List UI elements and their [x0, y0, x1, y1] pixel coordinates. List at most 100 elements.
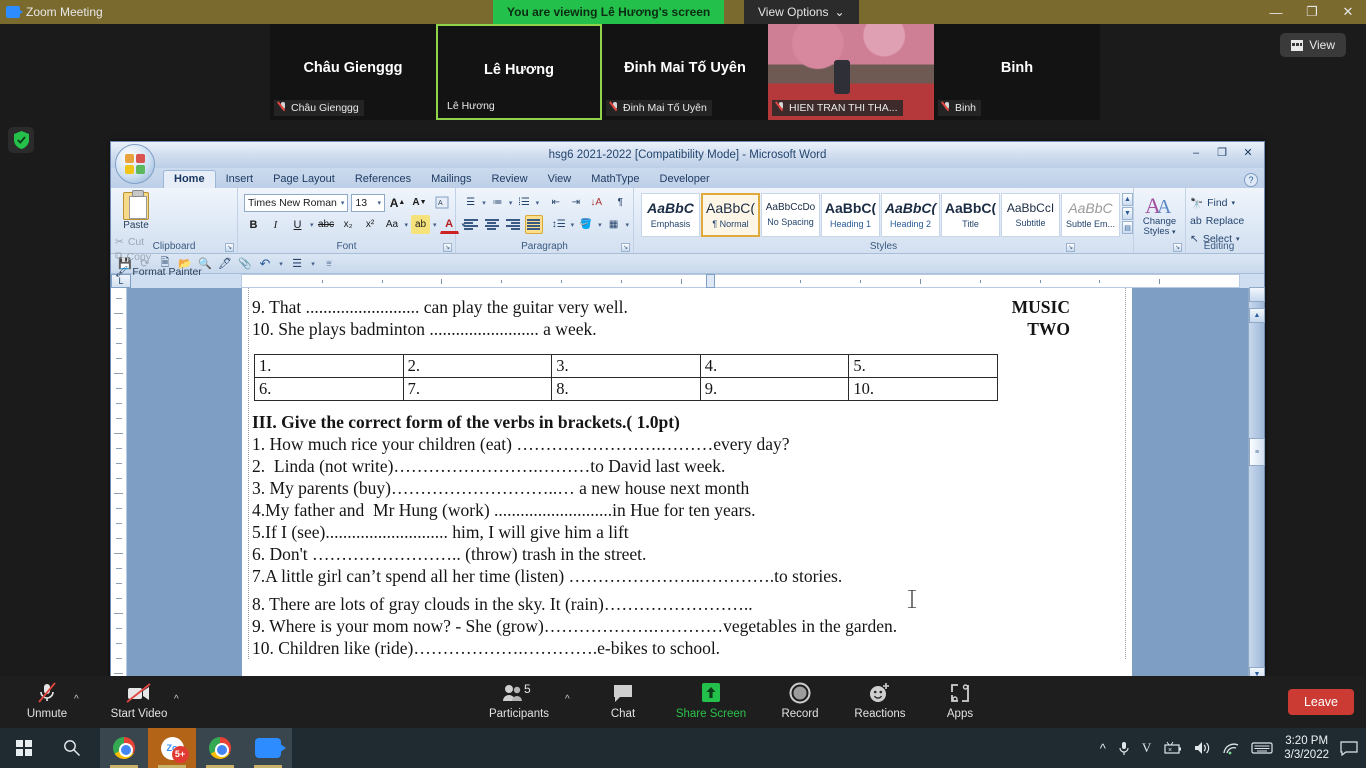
help-icon[interactable]: ? [1244, 173, 1258, 187]
format-painter-button[interactable]: 🖌 Format Painter [115, 264, 202, 279]
decrease-indent-button[interactable]: ⇤ [547, 193, 564, 212]
horizontal-ruler[interactable] [241, 274, 1240, 288]
restore-button[interactable]: ❐ [1294, 0, 1330, 24]
underline-button[interactable]: U [288, 215, 307, 234]
shading-button[interactable]: 🪣 [577, 215, 595, 234]
participant-thumbnail-video[interactable]: HIEN TRAN THI THA... [768, 24, 934, 120]
bullets-chevron-icon[interactable]: ▾ [309, 256, 317, 272]
view-options-button[interactable]: View Options ⌄ [744, 0, 859, 24]
style-heading-2[interactable]: AaBbC( Heading 2 [881, 193, 940, 237]
attach-icon[interactable]: 📎 [237, 256, 253, 272]
word-restore-button[interactable]: ❐ [1210, 144, 1234, 161]
participant-thumbnail-active[interactable]: Lê Hương Lê Hương [436, 24, 602, 120]
table-cell[interactable]: 6. [254, 377, 404, 401]
show-hidden-icons-button[interactable]: ^ [1100, 741, 1106, 756]
taskbar-app-chrome-1[interactable] [100, 728, 148, 768]
start-button[interactable] [0, 728, 48, 768]
paragraph-dialog-launcher[interactable]: ↘ [621, 243, 630, 252]
tab-references[interactable]: References [345, 171, 421, 188]
chevron-down-icon[interactable]: ▾ [509, 199, 513, 207]
justify-button[interactable] [524, 215, 543, 234]
strikethrough-button[interactable]: abc [317, 215, 336, 234]
word-page[interactable]: 9. That .......................... can p… [242, 288, 1132, 686]
share-screen-button[interactable]: Share Screen [672, 681, 750, 720]
numbered-list-button[interactable]: ≔ [489, 193, 506, 212]
taskbar-app-zoom-client[interactable] [244, 728, 292, 768]
align-left-button[interactable] [462, 215, 480, 234]
table-cell[interactable]: 5. [848, 354, 998, 378]
table-cell[interactable]: 9. [699, 377, 850, 401]
record-button[interactable]: Record [761, 681, 839, 720]
participants-button[interactable]: 5 Participants [480, 681, 558, 720]
text-highlight-button[interactable]: ab [411, 215, 431, 234]
styles-scroll-down-button[interactable]: ▼ [1122, 207, 1133, 220]
apps-button[interactable]: Apps [921, 681, 999, 720]
table-row[interactable]: 6. 7. 8. 9. 10. [254, 377, 998, 401]
tab-developer[interactable]: Developer [650, 171, 720, 188]
shrink-font-button[interactable]: A ▼ [410, 193, 429, 212]
chevron-down-icon[interactable]: ▾ [536, 199, 540, 207]
search-button[interactable] [48, 728, 96, 768]
style-no-spacing[interactable]: AaBbCcDo No Spacing [761, 193, 820, 237]
chevron-down-icon[interactable]: ▾ [625, 221, 629, 229]
participant-thumbnail[interactable]: Binh Binh [934, 24, 1100, 120]
taskbar-app-chrome-2[interactable] [196, 728, 244, 768]
keyboard-icon[interactable] [1251, 741, 1273, 755]
scrollbar-thumb[interactable]: ≡ [1249, 438, 1265, 466]
tab-mathtype[interactable]: MathType [581, 171, 649, 188]
bulleted-list-button[interactable]: ☰ [462, 193, 479, 212]
show-formatting-marks-button[interactable]: ¶ [612, 193, 629, 212]
minimize-button[interactable]: — [1258, 0, 1294, 24]
participant-thumbnail[interactable]: Châu Gienggg Châu Gienggg [270, 24, 436, 120]
style-subtle-emphasis[interactable]: AaBbC Subtle Em... [1061, 193, 1120, 237]
document-content[interactable]: 9. That .......................... can p… [242, 288, 1132, 659]
video-options-caret-icon[interactable]: ^ [174, 694, 179, 705]
multilevel-list-button[interactable]: ⁞☰ [515, 193, 532, 212]
font-name-combo[interactable]: Times New Roman ▾ [244, 193, 349, 212]
battery-icon[interactable]: × [1162, 741, 1182, 755]
chevron-down-icon[interactable]: ▾ [571, 221, 575, 229]
change-styles-dialog-launcher[interactable]: ↘ [1173, 243, 1182, 252]
tab-home[interactable]: Home [163, 170, 216, 188]
tab-review[interactable]: Review [481, 171, 537, 188]
bullets-qat-icon[interactable]: ☰ [289, 256, 305, 272]
reactions-button[interactable]: Reactions [841, 681, 919, 720]
security-shield-badge[interactable] [8, 127, 34, 153]
style-heading-1[interactable]: AaBbC( Heading 1 [821, 193, 880, 237]
view-layout-button[interactable]: View [1280, 33, 1346, 57]
line-spacing-button[interactable]: ↕☰ [550, 215, 568, 234]
align-center-button[interactable] [483, 215, 501, 234]
vertical-scrollbar[interactable]: ▲ ≡ ▼ ✣ [1248, 287, 1265, 698]
tab-insert[interactable]: Insert [216, 171, 264, 188]
audio-options-caret-icon[interactable]: ^ [74, 694, 79, 705]
chat-button[interactable]: Chat [584, 681, 662, 720]
word-minimize-button[interactable]: – [1184, 144, 1208, 161]
bold-button[interactable]: B [244, 215, 263, 234]
highlight-chevron-icon[interactable]: ▾ [433, 221, 437, 229]
select-browse-object-button[interactable] [1249, 287, 1265, 302]
superscript-button[interactable]: x² [361, 215, 380, 234]
table-cell[interactable]: 2. [402, 354, 553, 378]
participant-thumbnail[interactable]: Đinh Mai Tố Uyên Đinh Mai Tố Uyên [602, 24, 768, 120]
answer-table[interactable]: 1. 2. 3. 4. 5. 6. 7. 8. 9. 10. [254, 354, 998, 401]
scroll-up-button[interactable]: ▲ [1249, 308, 1265, 323]
quick-print-icon[interactable]: 🖊 [217, 256, 233, 272]
italic-button[interactable]: I [266, 215, 285, 234]
clipboard-dialog-launcher[interactable]: ↘ [225, 243, 234, 252]
undo-chevron-icon[interactable]: ▾ [277, 256, 285, 272]
style-title[interactable]: AaBbC( Title [941, 193, 1000, 237]
paste-button[interactable]: Paste [115, 190, 157, 231]
font-dialog-launcher[interactable]: ↘ [443, 243, 452, 252]
office-button[interactable] [115, 144, 155, 184]
table-cell[interactable]: 3. [551, 354, 701, 378]
table-row[interactable]: 1. 2. 3. 4. 5. [254, 354, 998, 378]
start-video-button[interactable]: Start Video [100, 681, 178, 720]
wifi-icon[interactable] [1222, 741, 1240, 756]
styles-dialog-launcher[interactable]: ↘ [1066, 243, 1075, 252]
word-close-button[interactable]: ✕ [1236, 144, 1260, 161]
table-cell[interactable]: 1. [254, 354, 404, 378]
qat-more-icon[interactable]: ⩸ [321, 256, 337, 272]
change-case-chevron-icon[interactable]: ▾ [405, 221, 409, 229]
grow-font-button[interactable]: A ▲ [388, 193, 407, 212]
style-normal[interactable]: AaBbC( ¶ Normal [701, 193, 760, 237]
